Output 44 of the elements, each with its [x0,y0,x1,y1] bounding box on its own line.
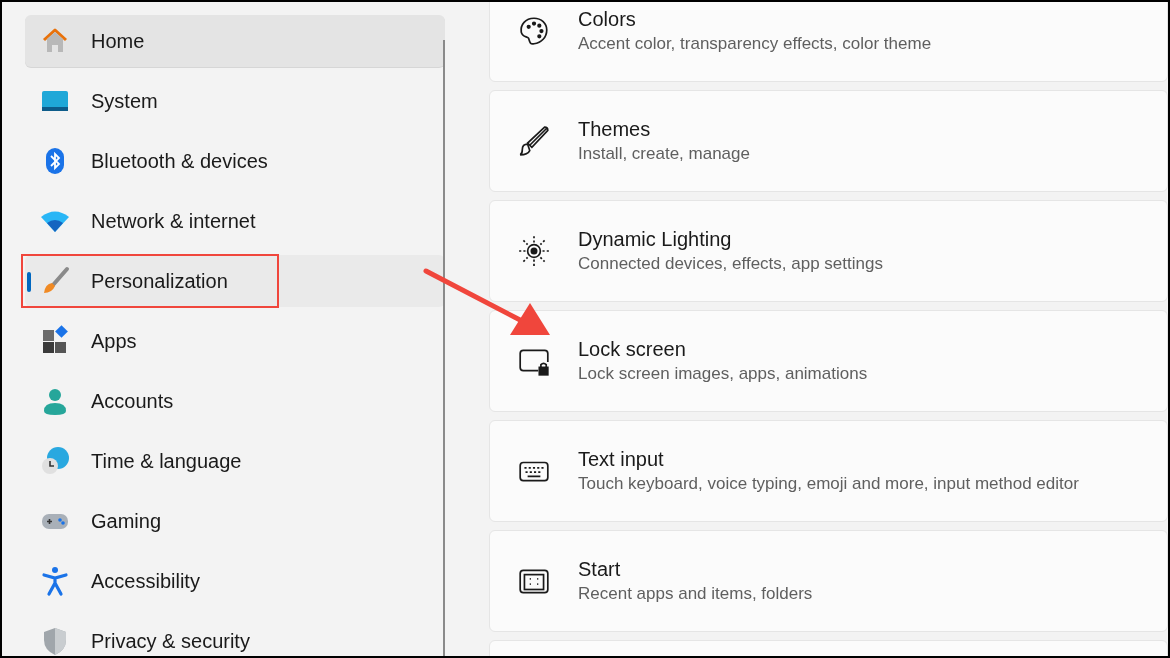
card-title: Colors [578,7,637,32]
sidebar-item[interactable]: Home [25,15,445,67]
sidebar-label: Accessibility [91,569,200,594]
brush-icon [517,124,551,158]
card-description: Lock screen images, apps, animations [578,363,868,385]
sidebar-item[interactable]: Privacy & security [25,615,445,656]
palette-icon [517,14,551,48]
settings-card[interactable]: Text input Touch keyboard, voice typing, emoji and more, input method editor [489,420,1168,522]
sidebar-item[interactable]: Accessibility [25,555,445,607]
globe-clock-icon [39,445,71,477]
card-title: Themes [578,117,652,142]
sidebar-item[interactable]: Network & internet [25,195,445,247]
sidebar-label: Apps [91,329,137,354]
sidebar-label: System [91,89,158,114]
card-title: Dynamic Lighting [578,227,733,252]
selection-indicator [27,272,31,292]
card-description: Recent apps and items, folders [578,583,813,605]
card-description: Touch keyboard, voice typing, emoji and more, input method editor [578,473,1079,495]
settings-card[interactable]: Lock screen Lock screen images, apps, animations [489,310,1168,412]
sidebar-label: Home [91,29,145,54]
settings-card[interactable]: Themes Install, create, manage [489,90,1168,192]
light-burst-icon [517,234,551,268]
sidebar-label: Gaming [91,509,162,534]
sidebar-label: Accounts [91,389,174,414]
sidebar-item[interactable]: System [25,75,445,127]
sidebar-item[interactable]: Apps [25,315,445,367]
sidebar-label: Time & language [91,449,242,474]
sidebar-label: Privacy & security [91,629,250,654]
sidebar-item[interactable]: Accounts [25,375,445,427]
card-title: Start [578,557,622,582]
card-description: Install, create, manage [578,143,750,165]
sidebar-label: Network & internet [91,209,256,234]
sidebar-item[interactable]: Bluetooth & devices [25,135,445,187]
sidebar-item[interactable]: Time & language [25,435,445,487]
settings-card[interactable]: Dynamic Lighting Connected devices, effects, app settings [489,200,1168,302]
card-description: Connected devices, effects, app settings [578,253,883,275]
card-title: Text input [578,447,665,472]
sidebar-label: Bluetooth & devices [91,149,268,174]
sidebar-label: Personalization [91,269,228,294]
settings-card[interactable]: Colors Accent color, transparency effects, color theme [489,2,1168,82]
settings-card[interactable]: Start Recent apps and items, folders [489,530,1168,632]
sidebar-item[interactable]: Gaming [25,495,445,547]
card-title: Lock screen [578,337,687,362]
card-description: Accent color, transparency effects, color theme [578,33,932,55]
